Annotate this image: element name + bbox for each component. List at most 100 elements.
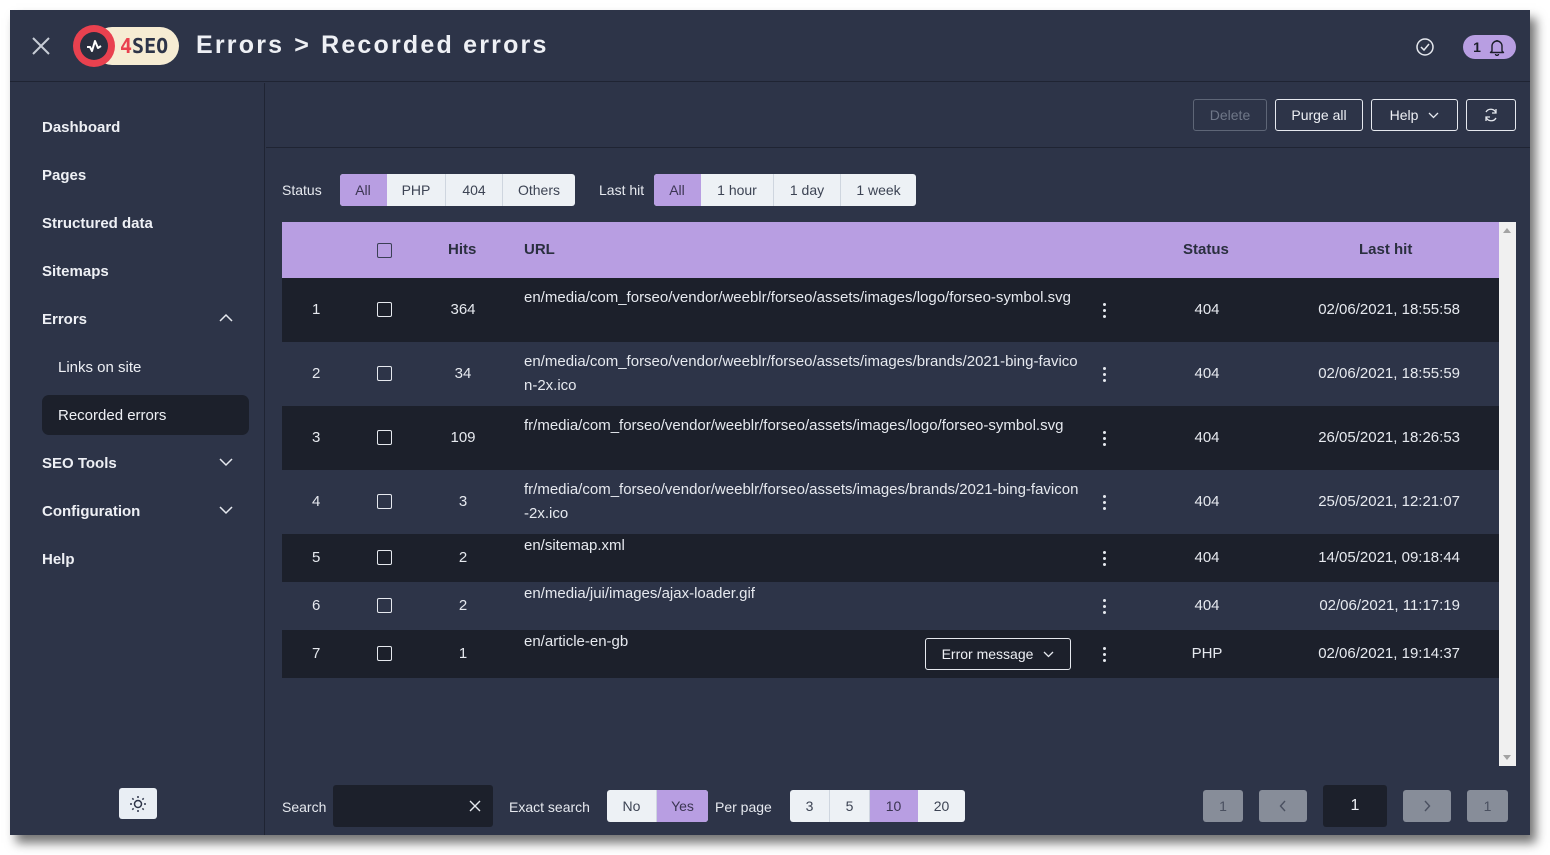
sidebar-item-pages[interactable]: Pages <box>42 155 249 195</box>
select-all-checkbox[interactable] <box>377 243 392 258</box>
check-circle-icon[interactable] <box>1415 37 1435 57</box>
sidebar-item-links-on-site[interactable]: Links on site <box>42 347 249 387</box>
row-status: PHP <box>1191 645 1223 662</box>
purge-all-button[interactable]: Purge all <box>1275 99 1363 131</box>
pagination-next-button[interactable] <box>1403 790 1451 822</box>
chevron-up-icon <box>219 313 233 322</box>
row-number: 3 <box>312 429 321 446</box>
row-actions-kebab-icon[interactable] <box>1103 647 1107 663</box>
sidebar-item-errors[interactable]: Errors <box>42 299 249 339</box>
row-last-hit: 02/06/2021, 18:55:59 <box>1318 365 1460 382</box>
pagination-last-button[interactable]: 1 <box>1467 790 1508 822</box>
column-header-hits[interactable]: Hits <box>448 241 476 258</box>
pagination-first-button[interactable]: 1 <box>1203 790 1243 822</box>
exact-search-label: Exact search <box>509 799 590 815</box>
search-input[interactable] <box>333 785 461 827</box>
table-scrollbar[interactable] <box>1499 222 1516 766</box>
sidebar-item-sitemaps[interactable]: Sitemaps <box>42 251 249 291</box>
lasthit-filter-1-day[interactable]: 1 day <box>774 174 841 206</box>
column-header-url[interactable]: URL <box>524 241 555 258</box>
table-row[interactable]: 6 2 en/media/jui/images/ajax-loader.gif 404… <box>282 582 1499 630</box>
row-number: 1 <box>312 301 321 318</box>
pagination-current-page[interactable]: 1 <box>1323 785 1387 827</box>
row-checkbox[interactable] <box>377 598 392 613</box>
notifications-button[interactable]: 1 <box>1463 35 1516 59</box>
status-filter-others[interactable]: Others <box>503 174 575 206</box>
clear-search-icon[interactable] <box>469 800 481 812</box>
row-actions-kebab-icon[interactable] <box>1103 551 1107 567</box>
row-actions-kebab-icon[interactable] <box>1103 303 1107 319</box>
status-filter-php[interactable]: PHP <box>387 174 446 206</box>
row-checkbox[interactable] <box>377 430 392 445</box>
row-hits: 1 <box>458 645 468 662</box>
table-row[interactable]: 5 2 en/sitemap.xml 404 14/05/2021, 09:18:44 <box>282 534 1499 582</box>
chevron-right-icon <box>1424 800 1431 812</box>
breadcrumb-parent[interactable]: Errors <box>196 31 284 59</box>
sidebar-item-recorded-errors[interactable]: Recorded errors <box>42 395 249 435</box>
per-page-3[interactable]: 3 <box>790 790 830 822</box>
row-status: 404 <box>1194 549 1220 566</box>
column-header-last-hit[interactable]: Last hit <box>1359 241 1412 258</box>
breadcrumb-current: Recorded errors <box>321 31 549 59</box>
row-checkbox[interactable] <box>377 302 392 317</box>
row-hits: 3 <box>458 493 468 510</box>
table-row[interactable]: 2 34 en/media/com_forseo/vendor/weeblr/for… <box>282 342 1499 406</box>
row-status: 404 <box>1194 365 1220 382</box>
refresh-button[interactable] <box>1466 99 1516 131</box>
row-checkbox[interactable] <box>377 646 392 661</box>
sun-icon <box>130 795 146 812</box>
lasthit-filter-1-hour[interactable]: 1 hour <box>701 174 774 206</box>
sidebar-item-help[interactable]: Help <box>42 539 249 579</box>
error-message-label: Error message <box>941 646 1034 662</box>
theme-toggle-button[interactable] <box>119 788 157 819</box>
close-icon[interactable] <box>30 35 52 57</box>
row-actions-kebab-icon[interactable] <box>1103 495 1107 511</box>
per-page-20[interactable]: 20 <box>918 790 965 822</box>
search-field <box>333 785 493 827</box>
table-row[interactable]: 7 1 en/article-en-gb Error message PHP 02/06/… <box>282 630 1499 678</box>
scroll-down-arrow-icon[interactable] <box>1503 755 1511 760</box>
table-row[interactable]: 4 3 fr/media/com_forseo/vendor/weeblr/fors… <box>282 470 1499 534</box>
sidebar-item-dashboard[interactable]: Dashboard <box>42 107 249 147</box>
errors-table: Hits URL Status Last hit 1 364 en/media/co… <box>282 222 1516 766</box>
row-url[interactable]: en/media/com_forseo/vendor/weeblr/forseo… <box>524 286 1079 310</box>
row-actions-kebab-icon[interactable] <box>1103 431 1107 447</box>
lasthit-filter-1-week[interactable]: 1 week <box>841 174 916 206</box>
scroll-up-arrow-icon[interactable] <box>1503 228 1511 233</box>
error-message-dropdown[interactable]: Error message <box>925 638 1071 670</box>
status-filter: All PHP 404 Others <box>340 174 575 206</box>
row-checkbox[interactable] <box>377 366 392 381</box>
breadcrumb-separator: > <box>294 31 312 59</box>
sidebar-item-configuration[interactable]: Configuration <box>42 491 249 531</box>
row-actions-kebab-icon[interactable] <box>1103 599 1107 615</box>
page-title: Errors > Recorded errors <box>196 31 549 60</box>
row-url[interactable]: en/sitemap.xml <box>524 534 1079 558</box>
per-page-label: Per page <box>715 799 772 815</box>
delete-button[interactable]: Delete <box>1193 99 1267 131</box>
column-header-status[interactable]: Status <box>1183 241 1229 258</box>
table-row[interactable]: 3 109 fr/media/com_forseo/vendor/weeblr/fo… <box>282 406 1499 470</box>
search-label: Search <box>282 799 327 815</box>
row-actions-kebab-icon[interactable] <box>1103 367 1107 383</box>
per-page-5[interactable]: 5 <box>830 790 870 822</box>
row-url[interactable]: en/media/com_forseo/vendor/weeblr/forseo… <box>524 350 1079 398</box>
chevron-down-icon <box>219 458 233 467</box>
status-filter-all[interactable]: All <box>340 174 387 206</box>
exact-search-no[interactable]: No <box>607 790 657 822</box>
lasthit-filter-label: Last hit <box>599 182 645 198</box>
row-url[interactable]: fr/media/com_forseo/vendor/weeblr/forseo… <box>524 414 1079 438</box>
row-url[interactable]: fr/media/com_forseo/vendor/weeblr/forseo… <box>524 478 1079 526</box>
help-dropdown-button[interactable]: Help <box>1371 99 1458 131</box>
lasthit-filter-all[interactable]: All <box>654 174 701 206</box>
per-page-10[interactable]: 10 <box>870 790 918 822</box>
status-filter-404[interactable]: 404 <box>446 174 503 206</box>
pagination-prev-button[interactable] <box>1259 790 1307 822</box>
row-checkbox[interactable] <box>377 494 392 509</box>
sidebar-item-seo-tools[interactable]: SEO Tools <box>42 443 249 483</box>
exact-search-yes[interactable]: Yes <box>657 790 708 822</box>
row-url[interactable]: en/media/jui/images/ajax-loader.gif <box>524 582 1079 606</box>
table-row[interactable]: 1 364 en/media/com_forseo/vendor/weeblr/fo… <box>282 278 1499 342</box>
row-checkbox[interactable] <box>377 550 392 565</box>
row-hits: 109 <box>450 429 476 446</box>
sidebar-item-structured-data[interactable]: Structured data <box>42 203 249 243</box>
